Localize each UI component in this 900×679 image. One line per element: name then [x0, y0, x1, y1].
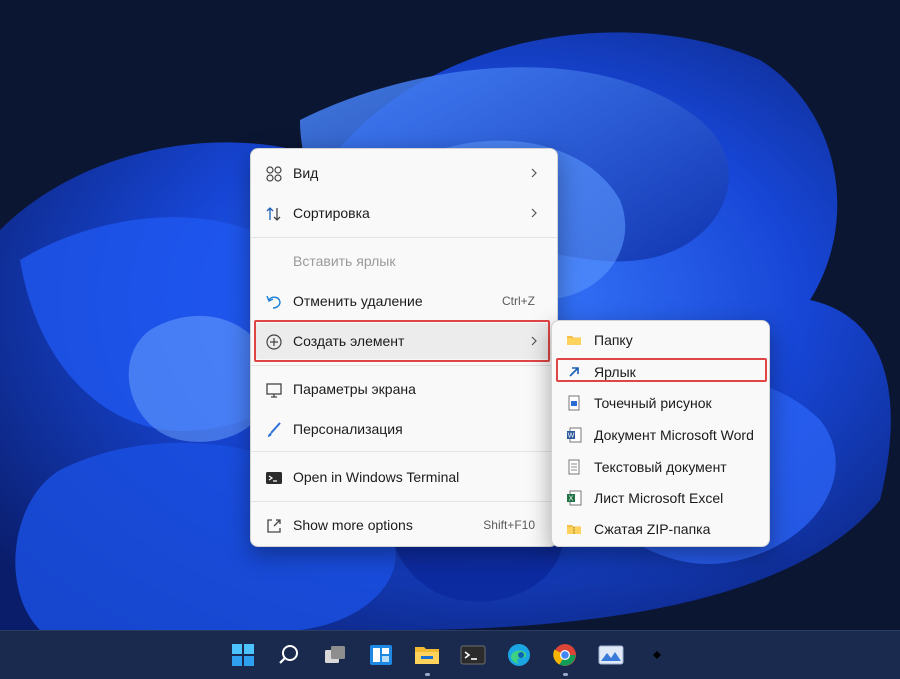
task-view-button[interactable] [317, 637, 353, 673]
new-submenu: Папку Ярлык Точечный рисунок W Документ … [551, 320, 770, 547]
menu-item-display-settings[interactable]: Параметры экрана [255, 371, 553, 407]
terminal-icon [266, 472, 282, 484]
submenu-item-zip[interactable]: Сжатая ZIP-папка [556, 514, 765, 544]
menu-item-undo-delete[interactable]: Отменить удаление Ctrl+Z [255, 283, 553, 319]
menu-separator [251, 451, 557, 452]
photos-button[interactable] [593, 637, 629, 673]
menu-item-label: Show more options [293, 517, 413, 533]
menu-item-label: Отменить удаление [293, 293, 423, 309]
highlight-shortcut-item [556, 358, 767, 382]
running-indicator [425, 673, 430, 676]
menu-item-shortcut: Shift+F10 [483, 518, 535, 532]
edge-button[interactable] [501, 637, 537, 673]
file-explorer-icon [415, 647, 439, 664]
search-icon [279, 645, 298, 664]
running-indicator [563, 673, 568, 676]
view-grid-icon [266, 166, 282, 182]
excel-icon: X [567, 490, 582, 506]
undo-icon [266, 295, 281, 309]
submenu-item-text-document[interactable]: Текстовый документ [556, 452, 765, 482]
chevron-right-icon [531, 208, 537, 218]
search-button[interactable] [271, 637, 307, 673]
menu-item-shortcut: Ctrl+Z [502, 294, 535, 308]
chrome-icon [553, 644, 576, 666]
submenu-item-label: Текстовый документ [594, 459, 727, 475]
svg-text:X: X [569, 496, 574, 503]
folder-icon [567, 336, 581, 345]
widgets-button[interactable] [363, 637, 399, 673]
taskbar [0, 630, 900, 679]
menu-item-paste-shortcut: Вставить ярлык [255, 243, 553, 279]
terminal-icon [460, 645, 486, 665]
submenu-item-label: Папку [594, 332, 633, 348]
highlight-new-item [254, 320, 550, 362]
word-icon: W [567, 427, 582, 443]
menu-item-label: Open in Windows Terminal [293, 469, 460, 485]
edge-icon [508, 644, 530, 666]
terminal-button[interactable] [455, 637, 491, 673]
bitmap-icon [568, 395, 580, 411]
text-document-icon [568, 459, 580, 475]
submenu-item-label: Документ Microsoft Word [594, 427, 754, 443]
brush-icon [268, 422, 281, 437]
chevron-right-icon [531, 168, 537, 178]
start-icon [232, 644, 254, 666]
menu-item-open-terminal[interactable]: Open in Windows Terminal [255, 459, 553, 495]
menu-item-label: Персонализация [293, 421, 403, 437]
submenu-item-excel[interactable]: X Лист Microsoft Excel [556, 483, 765, 513]
widgets-icon [370, 645, 392, 665]
start-button[interactable] [225, 637, 261, 673]
menu-separator [251, 237, 557, 238]
submenu-item-word[interactable]: W Документ Microsoft Word [556, 420, 765, 450]
svg-text:W: W [568, 433, 575, 440]
menu-item-label: Вставить ярлык [293, 253, 396, 269]
share-icon [267, 519, 281, 533]
task-view-icon [325, 646, 345, 663]
photos-icon [598, 645, 624, 665]
more-icon [653, 651, 661, 659]
menu-item-show-more-options[interactable]: Show more options Shift+F10 [255, 507, 553, 543]
menu-item-label: Параметры экрана [293, 381, 416, 397]
chrome-button[interactable] [547, 637, 583, 676]
submenu-item-label: Точечный рисунок [594, 395, 712, 411]
zip-folder-icon [567, 525, 581, 534]
menu-item-label: Вид [293, 165, 319, 181]
submenu-item-label: Сжатая ZIP-папка [594, 521, 711, 537]
menu-separator [251, 365, 557, 366]
submenu-item-label: Лист Microsoft Excel [594, 490, 724, 506]
display-icon [266, 383, 282, 398]
menu-item-label: Сортировка [293, 205, 370, 221]
file-explorer-button[interactable] [409, 637, 445, 676]
menu-item-personalize[interactable]: Персонализация [255, 411, 553, 447]
menu-item-sort[interactable]: Сортировка [255, 195, 553, 231]
sort-icon [266, 207, 281, 221]
more-button[interactable] [639, 637, 675, 673]
menu-separator [251, 501, 557, 502]
submenu-item-bitmap[interactable]: Точечный рисунок [556, 388, 765, 418]
menu-item-view[interactable]: Вид [255, 155, 553, 191]
submenu-item-folder[interactable]: Папку [556, 325, 765, 355]
